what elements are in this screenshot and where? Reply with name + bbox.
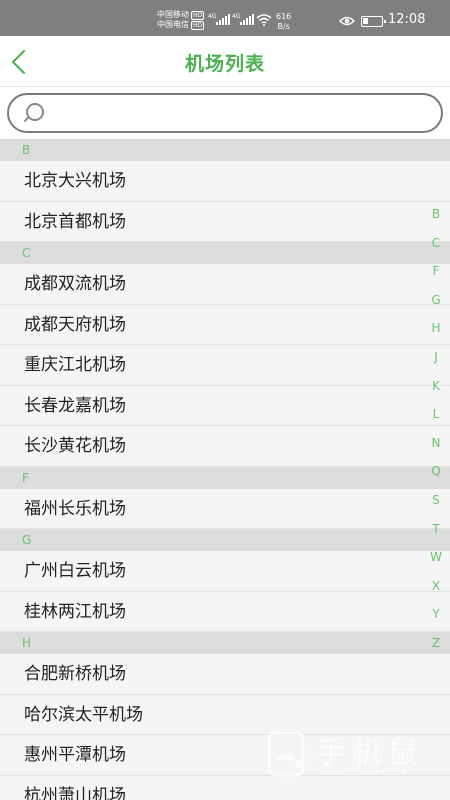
airport-list-item[interactable]: 北京大兴机场 [0, 161, 450, 202]
search-input[interactable] [55, 101, 425, 125]
airport-list-item[interactable]: 长沙黄花机场 [0, 426, 450, 467]
speed-value: 616 [276, 12, 292, 21]
speed-unit: B/s [277, 22, 290, 31]
wifi-icon [256, 14, 272, 26]
section-header-g: G [0, 529, 450, 551]
index-letter-n[interactable]: N [426, 433, 446, 462]
index-letter-b[interactable]: B [426, 204, 446, 233]
index-letter-w[interactable]: W [426, 547, 446, 576]
airport-list-item[interactable]: 成都双流机场 [0, 264, 450, 305]
eye-comfort-icon [339, 16, 355, 26]
index-letter-c[interactable]: C [426, 233, 446, 262]
search-box[interactable] [7, 93, 443, 133]
search-area [0, 87, 450, 139]
section-header-c: C [0, 242, 450, 264]
page-title: 机场列表 [184, 53, 265, 75]
index-letter-t[interactable]: T [426, 519, 446, 548]
status-bar: 中国移动 HD 中国电信 HD 4G 4G 616 B/s 12:08 [0, 0, 450, 36]
airport-list-item[interactable]: 广州白云机场 [0, 551, 450, 592]
network-speed: 616 B/s [276, 12, 291, 32]
index-letter-k[interactable]: K [426, 376, 446, 405]
index-letter-x[interactable]: X [426, 576, 446, 605]
index-letter-q[interactable]: Q [426, 461, 446, 490]
alphabet-index[interactable]: BCFGHJKLNQSTWXYZ [426, 204, 446, 662]
index-letter-h[interactable]: H [426, 318, 446, 347]
airport-list-item[interactable]: 重庆江北机场 [0, 345, 450, 386]
search-icon [24, 103, 44, 122]
battery-icon [361, 16, 386, 27]
airport-list-item[interactable]: 北京首都机场 [0, 201, 450, 242]
index-letter-j[interactable]: J [426, 347, 446, 376]
index-letter-z[interactable]: Z [426, 633, 446, 662]
watermark-sub: SHOUJISHU.COM [319, 768, 407, 778]
airport-list-item[interactable]: 合肥新桥机场 [0, 654, 450, 695]
airport-list[interactable]: B 北京大兴机场 北京首都机场 C 成都双流机场 成都天府机场 重庆江北机场 长春龙嘉机场 长沙… [0, 139, 450, 800]
section-header-b: B [0, 139, 450, 161]
signal-icon [216, 14, 230, 25]
signal-icon-2 [240, 14, 254, 25]
hd-badge-2: HD [191, 21, 205, 30]
carrier-2-label: 中国电信 [157, 20, 189, 29]
watermark-text: 手机鼠 [316, 736, 424, 771]
airport-list-item[interactable]: 成都天府机场 [0, 304, 450, 345]
airport-list-item[interactable]: 长春龙嘉机场 [0, 385, 450, 426]
airport-list-item[interactable]: 桂林两江机场 [0, 591, 450, 632]
hd-badge: HD [191, 11, 205, 20]
carrier-info: 中国移动 HD 中国电信 HD [157, 10, 205, 30]
section-header-h: H [0, 632, 450, 654]
index-letter-l[interactable]: L [426, 404, 446, 433]
index-letter-f[interactable]: F [426, 261, 446, 290]
carrier-1-label: 中国移动 [157, 10, 189, 19]
nav-bar: 机场列表 [0, 36, 450, 87]
index-letter-s[interactable]: S [426, 490, 446, 519]
watermark: 手机鼠 SHOUJISHU.COM [264, 728, 434, 786]
index-letter-y[interactable]: Y [426, 604, 446, 633]
index-letter-g[interactable]: G [426, 290, 446, 319]
airport-list-item[interactable]: 福州长乐机场 [0, 488, 450, 529]
clock: 12:08 [388, 12, 426, 27]
battery-level [363, 18, 369, 24]
section-header-f: F [0, 466, 450, 489]
watermark-logo [267, 731, 305, 777]
